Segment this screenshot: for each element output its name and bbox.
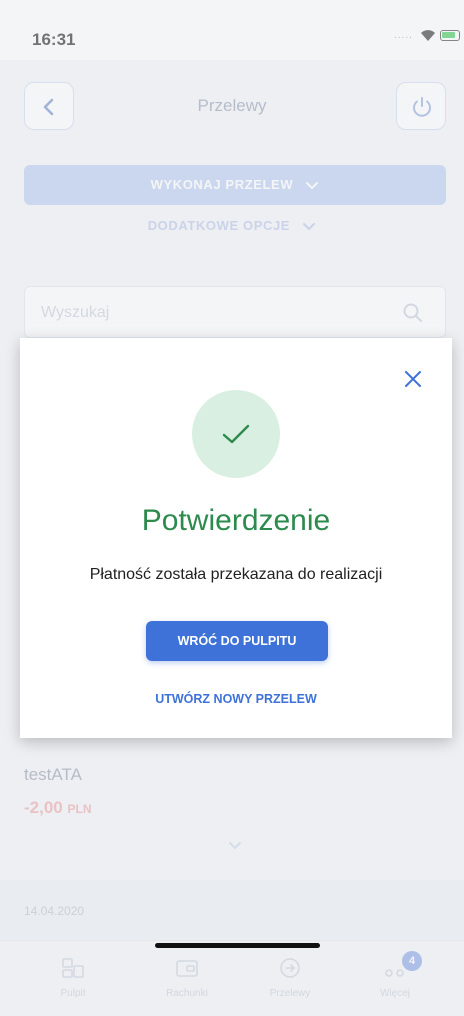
home-indicator [155,943,320,948]
success-badge [192,390,280,478]
back-to-dashboard-button[interactable]: WRÓĆ DO PULPITU [146,621,328,661]
close-icon[interactable] [402,368,424,390]
dialog-title: Potwierdzenie [141,504,331,537]
checkmark-icon [222,424,250,444]
confirmation-dialog: Potwierdzenie Płatność została przekazan… [20,338,452,738]
dialog-message: Płatność została przekazana do realizacj… [89,566,383,583]
new-transfer-link[interactable]: UTWÓRZ NOWY PRZELEW [20,692,452,706]
